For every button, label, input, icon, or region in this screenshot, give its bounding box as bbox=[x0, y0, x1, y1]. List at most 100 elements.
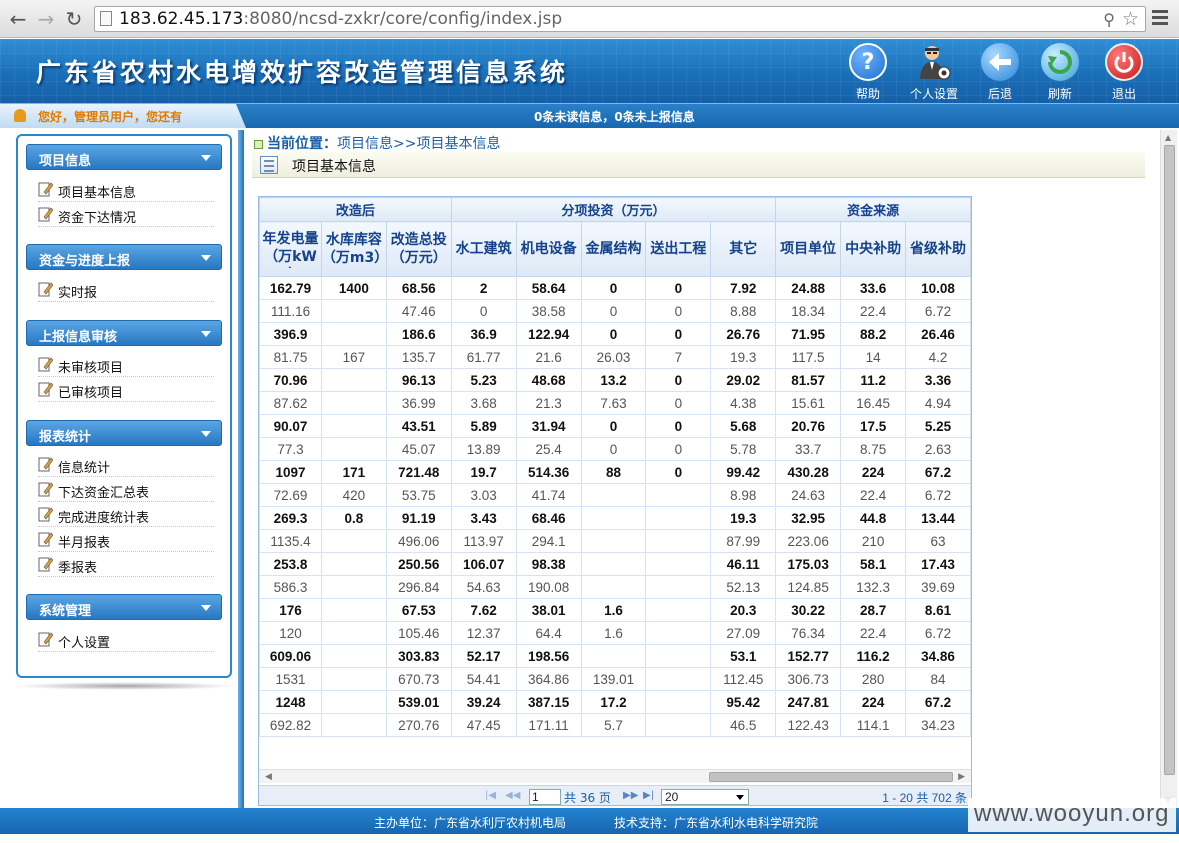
table-row[interactable]: 162.79 1400 68.56 2 58.64 0 0 7.92 24.88 33.6 10.0… bbox=[259, 276, 971, 300]
table-cell: 81.57 bbox=[775, 368, 842, 392]
table-row[interactable]: 1097 171 721.48 19.7 514.36 88 0 99.42 430.28 224… bbox=[259, 460, 971, 484]
table-cell: 34.86 bbox=[905, 644, 971, 668]
sidebar-item-info-stats[interactable]: 信息统计 bbox=[38, 453, 214, 477]
table-row[interactable]: 396.9 186.6 36.9 122.94 0 0 26.76 71.95 88.2 26.4… bbox=[259, 322, 971, 346]
table-cell: 114.1 bbox=[840, 713, 907, 737]
sidebar-section-project-info[interactable]: 项目信息 bbox=[26, 144, 222, 170]
table-cell: 88.2 bbox=[840, 322, 907, 346]
sidebar-item-fund-allocation[interactable]: 资金下达情况 bbox=[38, 203, 214, 227]
table-row[interactable]: 692.82 270.76 47.45 171.11 5.7 46.5 122.43 114.… bbox=[259, 713, 971, 737]
table-row[interactable]: 87.62 36.99 3.68 21.3 7.63 0 4.38 15.61 16.45 4.9… bbox=[259, 391, 971, 415]
next-page-icon[interactable]: ▶▶ bbox=[623, 790, 638, 801]
table-cell: 420 bbox=[320, 483, 387, 507]
column-header[interactable]: 年发电量（万kWh） bbox=[259, 221, 322, 277]
table-cell: 3.43 bbox=[450, 506, 517, 530]
column-header[interactable]: 送出工程 bbox=[645, 221, 712, 277]
column-header[interactable]: 水工建筑 bbox=[450, 221, 517, 277]
sidebar-section-fund-progress[interactable]: 资金与进度上报 bbox=[26, 244, 222, 270]
table-cell: 116.2 bbox=[840, 644, 907, 668]
breadcrumb-path[interactable]: 项目信息>>项目基本信息 bbox=[337, 136, 500, 152]
panel-splitter[interactable] bbox=[238, 130, 244, 808]
reload-icon[interactable]: ↻ bbox=[62, 7, 86, 31]
user-icon bbox=[14, 109, 26, 122]
sidebar-section-system[interactable]: 系统管理 bbox=[26, 594, 222, 620]
table-cell: 34.23 bbox=[905, 713, 971, 737]
table-cell: 294.1 bbox=[515, 529, 582, 553]
user-settings-button[interactable]: 个人设置 bbox=[902, 43, 966, 102]
table-row[interactable]: 1135.4 496.06 113.97 294.1 87.99 223.06 210 63 bbox=[259, 529, 971, 553]
table-icon bbox=[260, 156, 278, 174]
table-cell: 47.46 bbox=[385, 299, 452, 323]
sidebar-section-reports[interactable]: 报表统计 bbox=[26, 420, 222, 446]
table-row[interactable]: 90.07 43.51 5.89 31.94 0 0 5.68 20.76 17.5 5.25 bbox=[259, 414, 971, 438]
table-row[interactable]: 111.16 47.46 0 38.58 0 0 8.88 18.34 22.4 6.72 bbox=[259, 299, 971, 323]
refresh-button[interactable]: 刷新 bbox=[1028, 43, 1092, 102]
table-cell: 47.45 bbox=[450, 713, 517, 737]
table-cell: 280 bbox=[840, 667, 907, 691]
menu-icon[interactable] bbox=[1152, 10, 1168, 28]
notice-text[interactable]: 0条未读信息，0条未上报信息 bbox=[534, 108, 695, 125]
support-text: 技术支持：广东省水利水电科学研究院 bbox=[614, 816, 819, 830]
table-row[interactable]: 176 67.53 7.62 38.01 1.6 20.3 30.22 28.7 8.61 bbox=[259, 598, 971, 622]
bookmark-star-icon[interactable]: ☆ bbox=[1122, 8, 1139, 30]
column-header[interactable]: 机电设备 bbox=[515, 221, 582, 277]
column-header[interactable]: 省级补助 bbox=[905, 221, 971, 277]
key-icon[interactable]: ⚲ bbox=[1103, 10, 1115, 29]
table-row[interactable]: 269.3 0.8 91.19 3.43 68.46 19.3 32.95 44.8 13.44 bbox=[259, 506, 971, 530]
table-cell: 15.61 bbox=[775, 391, 842, 415]
table-cell: 162.79 bbox=[259, 276, 322, 300]
page-size-select[interactable]: 20 bbox=[661, 789, 749, 805]
total-pages: 共 36 页 bbox=[564, 791, 611, 805]
table-cell bbox=[320, 598, 387, 622]
table-row[interactable]: 586.3 296.84 54.63 190.08 52.13 124.85 132.3 39… bbox=[259, 575, 971, 599]
sidebar-item-half-month-report[interactable]: 半月报表 bbox=[38, 528, 214, 552]
sidebar-item-reviewed[interactable]: 已审核项目 bbox=[38, 378, 214, 402]
column-header[interactable]: 改造总投（万元） bbox=[385, 221, 452, 277]
exit-button[interactable]: 退出 bbox=[1092, 43, 1156, 102]
help-button[interactable]: ? 帮助 bbox=[836, 43, 900, 102]
sidebar-item-progress-stats[interactable]: 完成进度统计表 bbox=[38, 503, 214, 527]
table-row[interactable]: 609.06 303.83 52.17 198.56 53.1 152.77 116.2 34… bbox=[259, 644, 971, 668]
table-row[interactable]: 253.8 250.56 106.07 98.38 46.11 175.03 58.1 17.… bbox=[259, 552, 971, 576]
first-page-icon[interactable]: |◀ bbox=[485, 790, 496, 801]
table-row[interactable]: 1531 670.73 54.41 364.86 139.01 112.45 306.73 2… bbox=[259, 667, 971, 691]
horizontal-scrollbar[interactable]: ◀ ▶ bbox=[259, 769, 971, 783]
table-cell: 539.01 bbox=[385, 690, 452, 714]
sidebar-item-personal-settings[interactable]: 个人设置 bbox=[38, 628, 214, 652]
table-cell bbox=[645, 529, 712, 553]
column-header[interactable]: 中央补助 bbox=[840, 221, 907, 277]
column-header[interactable]: 项目单位 bbox=[775, 221, 842, 277]
last-page-icon[interactable]: ▶| bbox=[643, 790, 654, 801]
table-row[interactable]: 72.69 420 53.75 3.03 41.74 8.98 24.63 22.4 6.72 bbox=[259, 483, 971, 507]
table-cell: 67.53 bbox=[385, 598, 452, 622]
vertical-scrollbar[interactable]: ▲ ▼ bbox=[1160, 130, 1177, 808]
table-cell: 96.13 bbox=[385, 368, 452, 392]
table-row[interactable]: 1248 539.01 39.24 387.15 17.2 95.42 247.81 224 6… bbox=[259, 690, 971, 714]
table-row[interactable]: 70.96 96.13 5.23 48.68 13.2 0 29.02 81.57 11.2 3.… bbox=[259, 368, 971, 392]
column-header[interactable]: 其它 bbox=[710, 221, 777, 277]
sidebar-section-review[interactable]: 上报信息审核 bbox=[26, 320, 222, 346]
address-bar[interactable]: 183.62.45.173:8080/ncsd-zxkr/core/config… bbox=[94, 6, 1146, 32]
sidebar-item-unreviewed[interactable]: 未审核项目 bbox=[38, 353, 214, 377]
sidebar-item-quarter-report[interactable]: 季报表 bbox=[38, 553, 214, 577]
prev-page-icon[interactable]: ◀◀ bbox=[505, 790, 520, 801]
table-row[interactable]: 81.75 167 135.7 61.77 21.6 26.03 7 19.3 117.5 14 4… bbox=[259, 345, 971, 369]
sidebar-item-fund-summary[interactable]: 下达资金汇总表 bbox=[38, 478, 214, 502]
table-cell: 26.03 bbox=[580, 345, 647, 369]
column-header[interactable]: 金属结构 bbox=[580, 221, 647, 277]
sidebar-item-project-basic-info[interactable]: 项目基本信息 bbox=[38, 178, 214, 202]
table-cell: 7.63 bbox=[580, 391, 647, 415]
table-row[interactable]: 120 105.46 12.37 64.4 1.6 27.09 76.34 22.4 6.72 bbox=[259, 621, 971, 645]
forward-icon[interactable]: → bbox=[34, 7, 58, 31]
table-cell: 303.83 bbox=[385, 644, 452, 668]
sidebar-item-realtime-report[interactable]: 实时报 bbox=[38, 278, 214, 302]
page-number-input[interactable]: 1 bbox=[529, 789, 561, 805]
table-cell: 21.3 bbox=[515, 391, 582, 415]
table-cell: 17.43 bbox=[905, 552, 971, 576]
back-icon[interactable]: ← bbox=[6, 7, 30, 31]
table-row[interactable]: 77.3 45.07 13.89 25.4 0 0 5.78 33.7 8.75 2.63 bbox=[259, 437, 971, 461]
greeting-text: 您好，管理员用户，您还有 bbox=[38, 110, 183, 124]
column-header[interactable]: 水库库容（万m3） bbox=[320, 221, 387, 277]
table-cell bbox=[320, 552, 387, 576]
back-button[interactable]: 后退 bbox=[968, 43, 1032, 102]
